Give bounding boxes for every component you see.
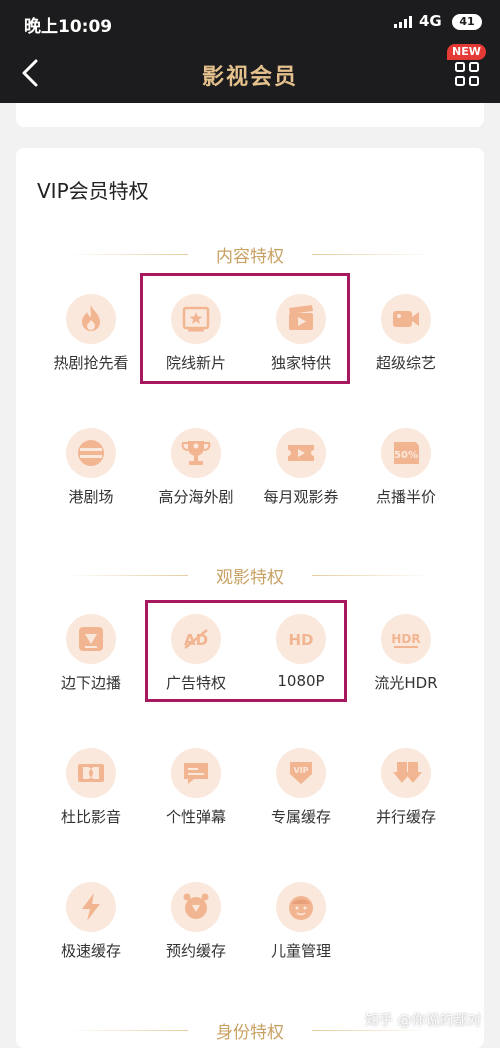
- danmaku-icon: [171, 748, 221, 798]
- section-title: 内容特权: [216, 247, 284, 267]
- item-label: 点播半价: [375, 488, 436, 506]
- network-type: 4G: [419, 12, 442, 30]
- privilege-item-parallel-cache[interactable]: 并行缓存: [356, 748, 456, 838]
- item-label: 流光HDR: [374, 674, 438, 692]
- privilege-item-half-price[interactable]: 50% 点播半价: [356, 428, 456, 518]
- item-label: 专属缓存: [270, 808, 331, 826]
- card-title: VIP会员特权: [37, 179, 149, 203]
- privilege-item-overseas[interactable]: 高分海外剧: [146, 428, 246, 518]
- item-label: 高分海外剧: [158, 488, 234, 506]
- half-price-icon: 50%: [381, 428, 431, 478]
- privilege-item-fast-cache[interactable]: 极速缓存: [41, 882, 141, 972]
- flame-icon: [66, 294, 116, 344]
- section-title: 观影特权: [216, 568, 284, 588]
- status-bar: 晚上10:09 4G 41: [0, 0, 500, 44]
- page-title: 影视会员: [201, 65, 298, 90]
- parallel-download-icon: [381, 748, 431, 798]
- item-label: 杜比影音: [60, 808, 121, 826]
- section-header-viewing: 观影特权: [68, 563, 432, 588]
- item-label: 热剧抢先看: [53, 354, 129, 372]
- item-label: 超级综艺: [375, 354, 436, 372]
- item-label: 个性弹幕: [165, 808, 226, 826]
- trophy-icon: [171, 428, 221, 478]
- dolby-icon: [66, 748, 116, 798]
- alarm-clock-icon: [171, 882, 221, 932]
- privilege-item-hdr[interactable]: HDR 流光HDR: [356, 614, 456, 704]
- item-label: 每月观影券: [263, 488, 339, 506]
- privilege-item-dolby[interactable]: 杜比影音: [41, 748, 141, 838]
- highlight-box-viewing: [145, 600, 347, 702]
- privilege-item-hk-drama[interactable]: 港剧场: [41, 428, 141, 518]
- privilege-item-hot-drama[interactable]: 热剧抢先看: [41, 294, 141, 384]
- battery-level: 41: [459, 15, 475, 28]
- item-label: 儿童管理: [270, 942, 331, 960]
- signal-icon: [394, 16, 414, 28]
- half-price-text: 50%: [394, 450, 418, 461]
- item-label: 港剧场: [68, 488, 114, 506]
- privilege-item-vip-cache[interactable]: VIP 专属缓存: [251, 748, 351, 838]
- nav-bar: 影视会员 NEW: [0, 44, 500, 103]
- hdr-icon: HDR: [381, 614, 431, 664]
- lightning-icon: [66, 882, 116, 932]
- new-badge: NEW: [447, 44, 486, 60]
- previous-card-bottom: [16, 103, 484, 127]
- item-label: 极速缓存: [60, 942, 121, 960]
- highlight-box-content: [140, 273, 350, 384]
- privilege-item-danmaku[interactable]: 个性弹幕: [146, 748, 246, 838]
- vip-glyph: VIP: [293, 766, 308, 775]
- privilege-item-stream-download[interactable]: 边下边播: [41, 614, 141, 704]
- hk-theater-icon: [66, 428, 116, 478]
- video-camera-icon: [381, 294, 431, 344]
- vip-cache-icon: VIP: [276, 748, 326, 798]
- download-play-icon: [66, 614, 116, 664]
- child-face-icon: [276, 882, 326, 932]
- hdr-glyph: HDR: [391, 632, 420, 646]
- battery-icon: 41: [452, 14, 482, 30]
- privilege-item-scheduled-cache[interactable]: 预约缓存: [146, 882, 246, 972]
- item-label: 并行缓存: [375, 808, 436, 826]
- section-header-content: 内容特权: [68, 242, 432, 267]
- ticket-icon: [276, 428, 326, 478]
- status-time: 晚上10:09: [24, 17, 113, 37]
- watermark: 知乎 @你说的都对: [365, 1013, 482, 1029]
- item-label: 预约缓存: [165, 942, 226, 960]
- privilege-item-variety[interactable]: 超级综艺: [356, 294, 456, 384]
- scan-menu-icon[interactable]: [455, 62, 479, 86]
- privilege-item-ticket[interactable]: 每月观影券: [251, 428, 351, 518]
- item-label: 边下边播: [60, 674, 121, 692]
- privilege-item-kids[interactable]: 儿童管理: [251, 882, 351, 972]
